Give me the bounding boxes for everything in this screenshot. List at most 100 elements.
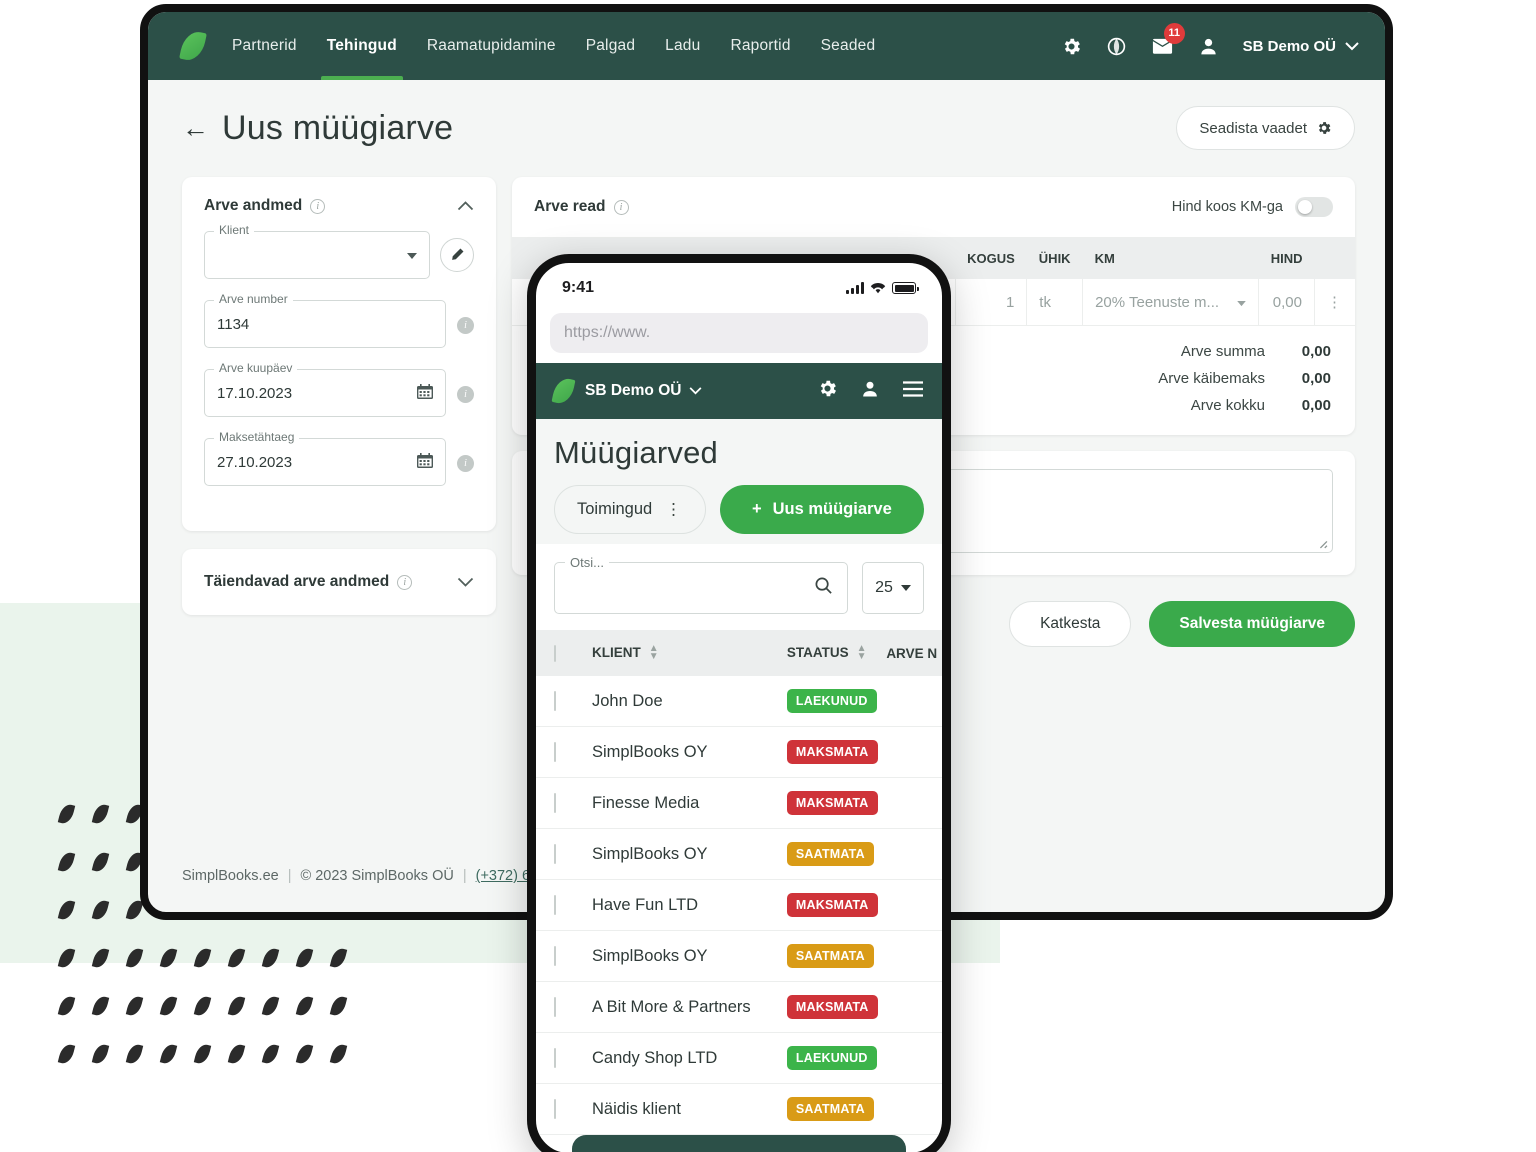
resize-handle-icon[interactable] <box>1315 536 1329 550</box>
org-switcher[interactable]: SB Demo OÜ <box>1243 38 1359 55</box>
configure-view-button[interactable]: Seadista vaadet <box>1176 106 1355 150</box>
cell-hind[interactable]: 0,00 <box>1258 279 1315 326</box>
info-icon[interactable]: i <box>457 384 474 403</box>
field-input[interactable]: 27.10.2023 <box>204 438 446 486</box>
row-checkbox[interactable] <box>554 741 556 762</box>
extra-invoice-data-card[interactable]: Täiendavad arve andmed i <box>182 549 496 615</box>
col-hind[interactable]: HIND <box>1258 238 1315 279</box>
info-icon[interactable]: i <box>457 315 474 334</box>
nav-link-seaded[interactable]: Seaded <box>821 12 876 80</box>
row-checkbox[interactable] <box>554 894 556 915</box>
row-checkbox[interactable] <box>554 843 556 864</box>
nav-link-raportid[interactable]: Raportid <box>730 12 790 80</box>
phone-table-row[interactable]: Have Fun LTD MAKSMATA <box>536 879 942 932</box>
gear-icon[interactable] <box>1061 36 1082 57</box>
nav-link-raamatupidamine[interactable]: Raamatupidamine <box>427 12 556 80</box>
hamburger-icon[interactable] <box>902 380 924 402</box>
gear-icon[interactable] <box>817 378 838 404</box>
col-label: KLIENT <box>592 645 641 660</box>
phone-url-bar[interactable]: https://www. <box>536 313 942 363</box>
phone-table-row[interactable]: Finesse Media MAKSMATA <box>536 777 942 830</box>
phone-table-row[interactable]: SimplBooks OY SAATMATA <box>536 930 942 983</box>
phone-table-row[interactable]: SimplBooks OY MAKSMATA <box>536 726 942 779</box>
sort-arrows-icon[interactable]: ▲ ▼ <box>649 644 659 662</box>
phone-table-row[interactable]: A Bit More & Partners MAKSMATA <box>536 981 942 1034</box>
phone-col-klient[interactable]: KLIENT ▲ ▼ <box>592 630 787 677</box>
page-header: ← Uus müügiarve Seadista vaadet <box>182 106 1355 150</box>
nav-link-palgad[interactable]: Palgad <box>586 12 635 80</box>
phone-new-invoice-button[interactable]: + Uus müügiarve <box>719 485 924 534</box>
calendar-icon[interactable] <box>417 452 433 472</box>
row-checkbox[interactable] <box>554 996 556 1017</box>
row-checkbox[interactable] <box>554 792 556 813</box>
field-input[interactable]: 1134 <box>204 300 446 348</box>
leaf-dot-icon <box>329 1042 348 1066</box>
phone-bottom-nav[interactable] <box>572 1135 906 1152</box>
info-icon[interactable]: i <box>613 199 629 215</box>
user-icon[interactable] <box>1198 36 1219 57</box>
phone-org-switcher[interactable]: SB Demo OÜ <box>585 382 702 400</box>
collapse-chevron-up-icon[interactable] <box>457 198 474 215</box>
phone-new-invoice-label: Uus müügiarve <box>772 500 892 518</box>
price-with-vat-toggle-group[interactable]: Hind koos KM-ga <box>1172 197 1333 217</box>
sort-arrows-icon[interactable]: ▲ ▼ <box>857 644 867 662</box>
select-all-checkbox[interactable] <box>554 644 556 662</box>
cell-yhik[interactable]: tk <box>1026 279 1084 326</box>
price-with-vat-toggle[interactable] <box>1295 197 1333 217</box>
cancel-button[interactable]: Katkesta <box>1009 601 1132 647</box>
row-checkbox[interactable] <box>554 1098 556 1119</box>
cell-klient: Have Fun LTD <box>592 879 787 932</box>
status-indicators <box>846 282 919 294</box>
col-km[interactable]: KM <box>1082 238 1259 279</box>
phone-table-row[interactable]: Candy Shop LTD LAEKUNUD <box>536 1032 942 1085</box>
nav-link-partnerid[interactable]: Partnerid <box>232 12 297 80</box>
back-arrow-icon[interactable]: ← <box>182 114 209 142</box>
field-wrap: Klient <box>204 223 430 279</box>
save-invoice-button[interactable]: Salvesta müügiarve <box>1149 601 1355 647</box>
field-input[interactable]: 17.10.2023 <box>204 369 446 417</box>
info-icon[interactable]: i <box>310 198 326 214</box>
leaf-logo-icon[interactable] <box>551 376 576 406</box>
phone-table-row[interactable]: SimplBooks OY SAATMATA <box>536 828 942 881</box>
chevron-down-icon <box>900 584 911 591</box>
edit-client-button[interactable] <box>440 238 474 272</box>
col-kogus[interactable]: KOGUS <box>955 238 1027 279</box>
mail-icon[interactable]: 11 <box>1151 22 1185 58</box>
user-icon[interactable] <box>860 379 880 404</box>
calendar-icon[interactable] <box>417 383 433 403</box>
phone-per-page-value: 25 <box>875 579 893 596</box>
cell-arve-nr <box>886 676 942 728</box>
col-ühik[interactable]: ÜHIK <box>1026 238 1083 279</box>
chevron-down-icon <box>1237 300 1247 306</box>
phone-operations-button[interactable]: Toimingud ⋮ <box>554 485 706 534</box>
configure-view-label: Seadista vaadet <box>1199 119 1307 137</box>
globe-icon[interactable] <box>1106 36 1127 57</box>
phone-col-arve-n[interactable]: ARVE N <box>886 630 942 677</box>
status-badge: MAKSMATA <box>786 995 878 1020</box>
cell-staatus: SAATMATA <box>786 828 887 881</box>
phone-col-staatus[interactable]: STAATUS ▲ ▼ <box>786 630 887 677</box>
leaf-dot-icon <box>261 1042 280 1066</box>
expand-chevron-down-icon[interactable] <box>457 574 474 591</box>
row-checkbox[interactable] <box>554 1047 556 1068</box>
cell-km[interactable]: 20% Teenuste m... <box>1082 279 1260 326</box>
info-icon[interactable]: i <box>397 574 413 590</box>
phone-table-row[interactable]: John Doe LAEKUNUD <box>536 676 942 728</box>
phone-table-row[interactable]: Näidis klient SAATMATA <box>536 1083 942 1136</box>
leaf-logo-icon[interactable] <box>179 29 207 63</box>
row-kebab-menu-icon[interactable]: ⋮ <box>1314 279 1355 326</box>
nav-link-ladu[interactable]: Ladu <box>665 12 700 80</box>
leaf-dot-icon <box>159 1042 178 1066</box>
kebab-menu-icon[interactable]: ⋮ <box>665 500 683 520</box>
field-input[interactable] <box>204 231 430 279</box>
footer-site[interactable]: SimplBooks.ee <box>182 868 279 884</box>
row-checkbox[interactable] <box>554 690 556 711</box>
chevron-down-icon[interactable] <box>407 247 417 263</box>
search-icon[interactable] <box>814 576 833 601</box>
nav-link-tehingud[interactable]: Tehingud <box>320 12 404 80</box>
phone-search-input[interactable]: Otsi... <box>554 555 848 614</box>
phone-per-page-select[interactable]: 25 <box>862 562 924 614</box>
cell-kogus[interactable]: 1 <box>955 279 1028 326</box>
row-checkbox[interactable] <box>554 945 556 966</box>
info-icon[interactable]: i <box>457 453 474 472</box>
